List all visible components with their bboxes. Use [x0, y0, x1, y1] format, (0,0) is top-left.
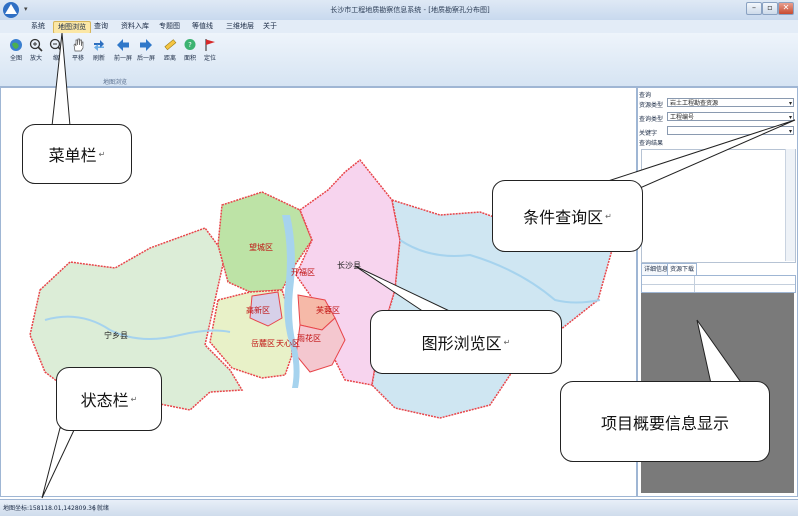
pan-button[interactable]: 平移	[68, 38, 88, 62]
return-mark: ↵	[503, 337, 511, 347]
return-mark: ↵	[130, 394, 138, 404]
label-gaoxin: 高新区	[246, 306, 270, 315]
arrow-right-icon	[140, 39, 152, 51]
label-yuelu: 岳麓区	[251, 339, 275, 348]
callout-query-area-text: 条件查询区	[523, 208, 604, 227]
query-type-label: 查询类型	[639, 116, 664, 123]
chevron-down-icon: ▾	[788, 114, 792, 121]
query-type-value: 工程编号	[670, 114, 695, 121]
label-changsha: 长沙县	[337, 261, 361, 270]
menu-contour[interactable]: 等值线	[188, 21, 217, 32]
zoom-out-label: 缩	[52, 55, 59, 62]
next-extent-label: 后一屏	[136, 55, 155, 62]
callout-project-info: 项目概要信息显示	[560, 381, 770, 462]
return-mark: ↵	[605, 211, 612, 221]
full-extent-button[interactable]: 全图	[6, 38, 26, 62]
resource-type-label: 资源类型	[639, 102, 664, 109]
label-yuhua: 雨花区	[297, 334, 321, 343]
menu-thematic-map[interactable]: 专题图	[155, 21, 184, 32]
results-label: 查询结果	[639, 140, 664, 147]
query-title: 查询	[639, 92, 652, 99]
measure-distance-button[interactable]: 距离	[160, 38, 180, 62]
pan-label: 平移	[71, 55, 84, 62]
measure-area-button[interactable]: ? 面积	[180, 38, 200, 62]
callout-map-area: 图形浏览区 ↵	[370, 310, 562, 374]
menu-about[interactable]: 关于	[259, 21, 281, 32]
results-scrollbar[interactable]	[785, 149, 795, 261]
arrow-left-icon	[117, 39, 129, 51]
measure-distance-label: 距离	[163, 55, 176, 62]
callout-map-area-text: 图形浏览区	[421, 334, 502, 353]
callout-menu-bar: 菜单栏 ↵	[22, 124, 132, 184]
svg-text:?: ?	[188, 41, 192, 49]
status-bar	[0, 499, 798, 516]
close-button[interactable]: ✕	[778, 2, 794, 15]
menu-system[interactable]: 系统	[27, 21, 49, 32]
area-icon: ?	[184, 39, 196, 50]
label-wangcheng: 望城区	[249, 243, 273, 252]
restore-button[interactable]: ▫	[762, 2, 778, 15]
previous-extent-label: 前一屏	[113, 55, 132, 62]
callout-menu-bar-text: 菜单栏	[48, 146, 97, 165]
refresh-label: 刷新	[92, 55, 105, 62]
return-mark: ↵	[98, 149, 106, 159]
label-kaifu: 开福区	[291, 268, 315, 277]
zoom-in-icon	[29, 38, 43, 52]
keyword-label: 关键字	[639, 130, 658, 137]
chevron-down-icon: ▾	[788, 100, 792, 107]
menu-3d-strata[interactable]: 三维地层	[222, 21, 258, 32]
zoom-in-label: 放大	[29, 55, 42, 62]
label-furong: 芙蓉区	[316, 306, 340, 315]
status-state: | 就绪	[93, 505, 109, 512]
results-list[interactable]	[641, 149, 796, 263]
chevron-down-icon: ▾	[788, 128, 792, 135]
measure-area-label: 面积	[183, 55, 196, 62]
app-logo-icon[interactable]	[2, 1, 22, 19]
callout-project-info-text: 项目概要信息显示	[600, 413, 729, 433]
callout-query-area: 条件查询区 ↵	[492, 180, 643, 252]
locate-label: 定位	[203, 55, 216, 62]
full-extent-label: 全图	[9, 55, 22, 62]
flag-icon	[205, 39, 215, 51]
resource-type-value: 岩土工程勘查资源	[670, 100, 719, 107]
ribbon-group-label: 地图浏览	[102, 79, 127, 86]
window-title: 长沙市工程地质勘察信息系统 - [地质勘察孔分布图]	[330, 6, 490, 14]
label-ningxiang: 宁乡县	[104, 331, 128, 340]
resource-type-select[interactable]: 岩土工程勘查资源 ▾	[667, 98, 794, 107]
ruler-icon	[164, 39, 177, 51]
zoom-out-button[interactable]: 缩	[46, 38, 66, 62]
grid-divider	[642, 284, 795, 285]
hand-pan-icon	[73, 38, 84, 52]
quick-access-icon[interactable]: ▾	[24, 5, 28, 13]
refresh-icon	[94, 40, 104, 51]
callout-status-bar: 状态栏 ↵	[56, 367, 162, 431]
next-extent-button[interactable]: 后一屏	[136, 38, 156, 62]
callout-status-bar-text: 状态栏	[80, 391, 129, 410]
zoom-out-icon	[49, 38, 63, 52]
menu-data-import[interactable]: 资料入库	[117, 21, 153, 32]
detail-grid[interactable]	[641, 275, 796, 293]
keyword-input[interactable]: ▾	[667, 126, 794, 135]
menu-query[interactable]: 查询	[90, 21, 112, 32]
globe-icon	[10, 39, 22, 51]
minimize-button[interactable]: –	[746, 2, 762, 15]
locate-button[interactable]: 定位	[200, 38, 220, 62]
refresh-button[interactable]: 刷新	[89, 38, 109, 62]
zoom-in-button[interactable]: 放大	[26, 38, 46, 62]
query-type-select[interactable]: 工程编号 ▾	[667, 112, 794, 121]
status-coordinates: 地图坐标:158118.01,142809.36	[3, 505, 96, 512]
previous-extent-button[interactable]: 前一屏	[113, 38, 133, 62]
